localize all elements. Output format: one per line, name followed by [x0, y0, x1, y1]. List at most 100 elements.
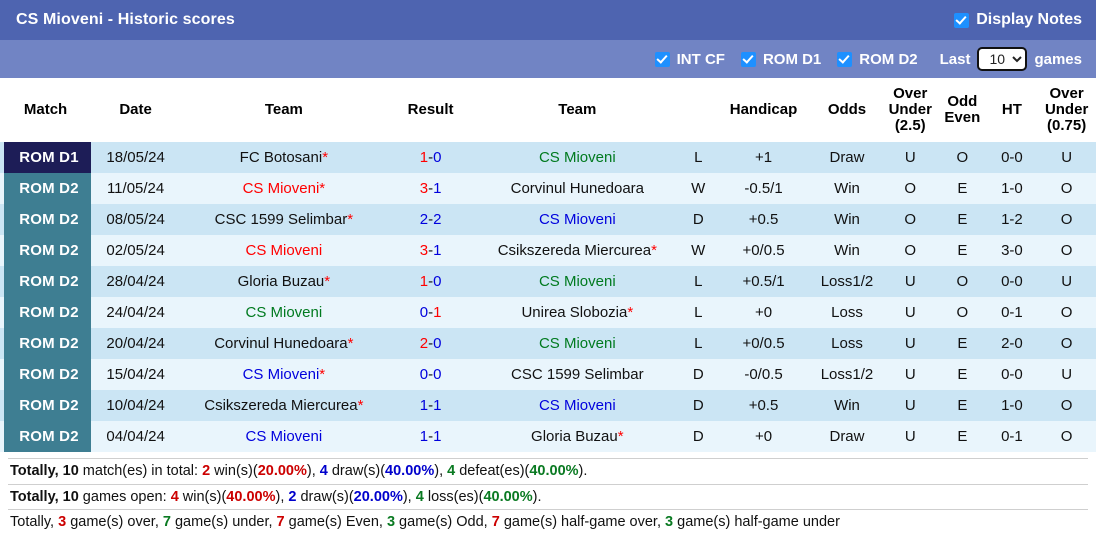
cell-away-team[interactable]: CS Mioveni: [473, 204, 682, 235]
home-team-name: FC Botosani: [239, 149, 323, 166]
cell-home-team[interactable]: CS Mioveni*: [180, 173, 388, 204]
cell-date: 11/05/24: [91, 173, 181, 204]
col-header-odd-even[interactable]: Odd Even: [938, 78, 987, 142]
table-row[interactable]: ROM D2 08/05/24 CSC 1599 Selimbar* 2-2 CS Mi…: [0, 204, 1096, 235]
cell-outcome: D: [681, 390, 716, 421]
cell-half-time: 1-0: [986, 390, 1038, 421]
col-header-over-under-25[interactable]: Over Under (2.5): [882, 78, 939, 142]
cell-result: 0-0: [387, 359, 474, 390]
cell-over-under-075: U: [1037, 142, 1096, 173]
cell-half-time: 0-0: [986, 142, 1038, 173]
away-star-icon: *: [651, 242, 657, 259]
cell-home-team[interactable]: CS Mioveni: [180, 421, 388, 452]
s3-t1: game(s) over,: [66, 514, 163, 530]
cell-odd-even: E: [938, 421, 987, 452]
s3-even: 7: [276, 514, 285, 530]
filter-rom-d1[interactable]: ROM D1: [740, 50, 822, 68]
cell-away-team[interactable]: Unirea Slobozia*: [473, 297, 682, 328]
cell-away-team[interactable]: Corvinul Hunedoara: [473, 173, 682, 204]
cell-handicap: +1: [715, 142, 812, 173]
cell-competition[interactable]: ROM D2: [0, 328, 94, 359]
cell-half-time: 1-0: [986, 173, 1038, 204]
s1-wins: 2: [202, 463, 211, 479]
display-notes-control[interactable]: Display Notes: [954, 11, 1082, 29]
table-row[interactable]: ROM D2 20/04/24 Corvinul Hunedoara* 2-0 CS M…: [0, 328, 1096, 359]
display-notes-checkbox[interactable]: [954, 12, 970, 28]
table-row[interactable]: ROM D2 10/04/24 Csikszereda Miercurea* 1-1 C…: [0, 390, 1096, 421]
cell-away-team[interactable]: CS Mioveni: [473, 266, 682, 297]
cell-home-team[interactable]: Gloria Buzau*: [180, 266, 388, 297]
cell-over-under-25: O: [882, 173, 939, 204]
cell-home-team[interactable]: CS Mioveni: [180, 297, 388, 328]
competition-badge: ROM D2: [4, 266, 94, 297]
table-row[interactable]: ROM D2 24/04/24 CS Mioveni 0-1 Unirea Sloboz…: [0, 297, 1096, 328]
cell-odd-even: O: [938, 266, 987, 297]
cell-result: 3-1: [387, 235, 474, 266]
scores-table: Match Date Team Result Team Handicap Odd…: [0, 78, 1096, 452]
col-header-over-under-075[interactable]: Over Under (0.75): [1037, 78, 1096, 142]
cell-over-under-075: O: [1037, 173, 1096, 204]
table-row[interactable]: ROM D2 04/04/24 CS Mioveni 1-1 Gloria Buzau*…: [0, 421, 1096, 452]
cell-home-team[interactable]: Csikszereda Miercurea*: [180, 390, 388, 421]
cell-away-team[interactable]: CSC 1599 Selimbar: [473, 359, 682, 390]
last-games-select[interactable]: 51015203050: [977, 47, 1028, 71]
cell-outcome: L: [681, 142, 716, 173]
col-header-date[interactable]: Date: [91, 78, 181, 142]
cell-half-time: 3-0: [986, 235, 1038, 266]
cell-home-team[interactable]: CSC 1599 Selimbar*: [180, 204, 388, 235]
cell-competition[interactable]: ROM D2: [0, 359, 94, 390]
cell-result: 0-1: [387, 297, 474, 328]
rom-d1-label: ROM D1: [762, 50, 822, 68]
result-away-goals: 1: [433, 180, 442, 197]
cell-home-team[interactable]: CS Mioveni*: [180, 359, 388, 390]
col-header-team-away[interactable]: Team: [473, 78, 682, 142]
col-header-result[interactable]: Result: [387, 78, 474, 142]
col-header-team-home[interactable]: Team: [180, 78, 388, 142]
ou25-line2: Under: [888, 100, 932, 118]
filter-int-cf[interactable]: INT CF: [654, 50, 725, 68]
cell-competition[interactable]: ROM D2: [0, 390, 94, 421]
col-header-odds[interactable]: Odds: [811, 78, 883, 142]
table-row[interactable]: ROM D2 15/04/24 CS Mioveni* 0-0 CSC 1599 Sel…: [0, 359, 1096, 390]
cell-away-team[interactable]: CS Mioveni: [473, 390, 682, 421]
home-star-icon: *: [322, 149, 329, 166]
cell-home-team[interactable]: FC Botosani*: [180, 142, 388, 173]
cell-competition[interactable]: ROM D2: [0, 235, 94, 266]
rom-d2-checkbox[interactable]: [837, 51, 853, 67]
cell-competition[interactable]: ROM D2: [0, 297, 94, 328]
cell-home-team[interactable]: CS Mioveni: [180, 235, 388, 266]
rom-d1-checkbox[interactable]: [740, 51, 756, 67]
table-row[interactable]: ROM D2 28/04/24 Gloria Buzau* 1-0 CS Mioveni…: [0, 266, 1096, 297]
result-away-goals: 2: [433, 211, 442, 228]
int-cf-label: INT CF: [676, 50, 725, 68]
oe-line1: Odd: [947, 92, 978, 110]
col-header-handicap[interactable]: Handicap: [715, 78, 812, 142]
cell-home-team[interactable]: Corvinul Hunedoara*: [180, 328, 388, 359]
filter-rom-d2[interactable]: ROM D2: [837, 51, 918, 68]
cell-away-team[interactable]: CS Mioveni: [473, 142, 682, 173]
cell-competition[interactable]: ROM D2: [0, 204, 94, 235]
summary-line-2: Totally, 10 games open: 4 win(s)(40.00%)…: [8, 483, 1088, 510]
cell-competition[interactable]: ROM D2: [0, 173, 94, 204]
away-team-name: Gloria Buzau: [531, 428, 618, 445]
cell-result: 3-1: [387, 173, 474, 204]
col-header-ht[interactable]: HT: [986, 78, 1038, 142]
cell-away-team[interactable]: Gloria Buzau*: [473, 421, 682, 452]
table-row[interactable]: ROM D2 02/05/24 CS Mioveni 3-1 Csikszereda M…: [0, 235, 1096, 266]
summary-line-3: Totally, 3 game(s) over, 7 game(s) under…: [8, 509, 1088, 535]
cell-away-team[interactable]: Csikszereda Miercurea*: [473, 235, 682, 266]
cell-away-team[interactable]: CS Mioveni: [473, 328, 682, 359]
away-team-name: CS Mioveni: [538, 211, 616, 228]
result-home-goals: 0: [419, 304, 429, 321]
cell-half-time: 0-1: [986, 297, 1038, 328]
cell-competition[interactable]: ROM D2: [0, 421, 94, 452]
cell-over-under-075: O: [1037, 297, 1096, 328]
cell-competition[interactable]: ROM D2: [0, 266, 94, 297]
cell-over-under-075: U: [1037, 266, 1096, 297]
table-row[interactable]: ROM D1 18/05/24 FC Botosani* 1-0 CS Mioveni L…: [0, 142, 1096, 173]
cell-competition[interactable]: ROM D1: [0, 142, 94, 173]
int-cf-checkbox[interactable]: [654, 51, 670, 67]
col-header-match[interactable]: Match: [0, 78, 92, 142]
result-home-goals: 3: [419, 180, 429, 197]
table-row[interactable]: ROM D2 11/05/24 CS Mioveni* 3-1 Corvinul Hun…: [0, 173, 1096, 204]
